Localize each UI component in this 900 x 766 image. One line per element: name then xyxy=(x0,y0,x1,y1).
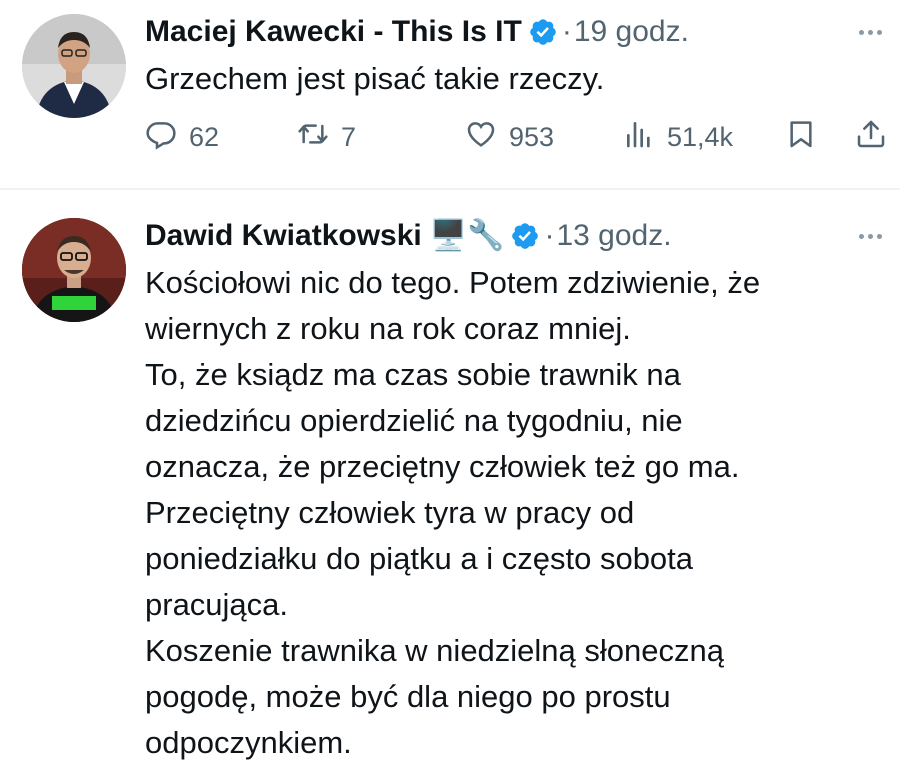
reply-button[interactable]: 62 xyxy=(145,115,219,159)
tweet-dawid-kwiatkowski[interactable]: Dawid Kwiatkowski 🖥️🔧 · 13 godz. Kościoł… xyxy=(0,190,900,760)
tweet-text: Grzechem jest pisać takie rzeczy. xyxy=(145,61,605,96)
tweet-header: Dawid Kwiatkowski 🖥️🔧 · 13 godz. xyxy=(145,218,672,254)
views-count: 51,4k xyxy=(667,121,734,152)
bookmark-icon xyxy=(785,118,817,157)
repost-button[interactable]: 7 xyxy=(297,115,356,159)
author-name[interactable]: Maciej Kawecki - This Is IT xyxy=(145,14,522,50)
author-name[interactable]: Dawid Kwiatkowski xyxy=(145,218,422,254)
separator-dot: · xyxy=(544,219,555,252)
views-button[interactable]: 51,4k xyxy=(623,115,733,159)
timestamp[interactable]: 19 godz. xyxy=(574,14,689,50)
more-icon[interactable] xyxy=(850,22,890,42)
like-icon xyxy=(465,118,497,157)
separator-dot: · xyxy=(561,15,572,48)
tweet-text: Kościołowi nic do tego. Potem zdziwienie… xyxy=(145,265,761,760)
avatar[interactable] xyxy=(22,218,126,322)
tweet-maciej-kawecki[interactable]: Maciej Kawecki - This Is IT · 19 godz. G… xyxy=(0,0,900,188)
repost-count: 7 xyxy=(341,121,357,152)
like-count: 953 xyxy=(509,121,555,152)
avatar[interactable] xyxy=(22,14,126,118)
action-bar: 62 7 953 51,4k xyxy=(145,115,895,159)
verified-badge-icon[interactable] xyxy=(510,221,540,251)
like-button[interactable]: 953 xyxy=(465,115,554,159)
share-button[interactable] xyxy=(855,115,887,159)
reply-count: 62 xyxy=(189,121,220,152)
tweet-header: Maciej Kawecki - This Is IT · 19 godz. xyxy=(145,14,689,50)
share-icon xyxy=(855,118,887,157)
reply-icon xyxy=(145,118,177,157)
repost-icon xyxy=(297,118,329,157)
bookmark-button[interactable] xyxy=(785,115,817,159)
more-icon[interactable] xyxy=(850,226,890,246)
verified-badge-icon[interactable] xyxy=(528,17,558,47)
author-emoji: 🖥️🔧 xyxy=(429,219,505,252)
views-icon xyxy=(623,118,655,157)
timestamp[interactable]: 13 godz. xyxy=(556,218,671,254)
